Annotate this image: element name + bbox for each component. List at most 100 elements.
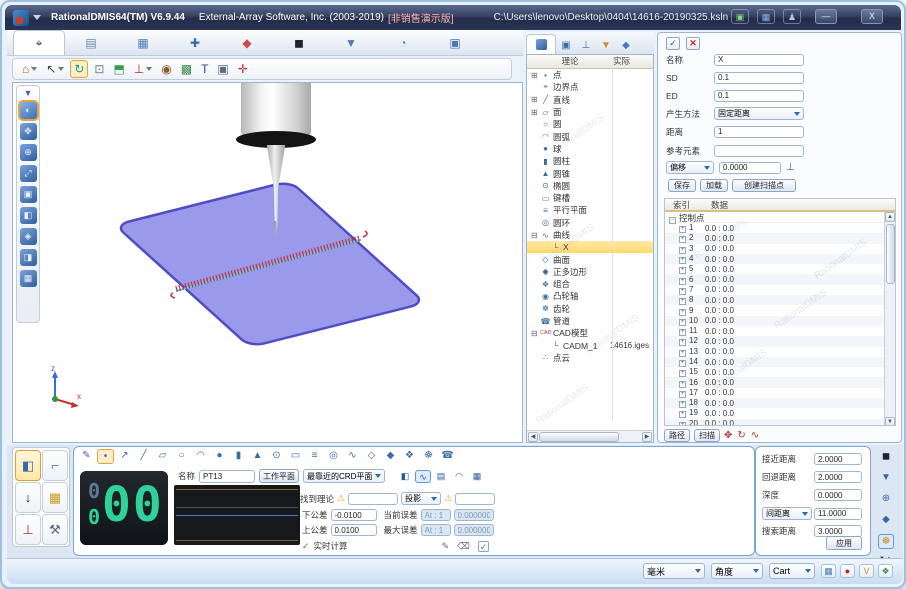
- tree-item-齿轮[interactable]: ☸齿轮: [527, 303, 653, 315]
- projection-select[interactable]: 投影: [401, 492, 441, 505]
- view-mode-pan-button[interactable]: ✥: [20, 123, 37, 140]
- tree-item-平行平面[interactable]: ≡平行平面: [527, 204, 653, 216]
- gear-settings-icon[interactable]: ☸: [878, 534, 894, 549]
- reference-input[interactable]: [714, 145, 804, 157]
- torus-icon[interactable]: ◎: [325, 449, 342, 464]
- tools-mode-button[interactable]: ⚒: [42, 514, 68, 545]
- cylinder-icon[interactable]: ▮: [230, 449, 247, 464]
- expand-icon[interactable]: +: [679, 288, 686, 295]
- app-menu-caret-icon[interactable]: [33, 15, 41, 20]
- table-row[interactable]: +190.0 : 0.0: [665, 408, 895, 418]
- expand-icon[interactable]: +: [679, 267, 686, 274]
- pipe-icon[interactable]: ☎: [439, 449, 456, 464]
- tree-expand-toggle[interactable]: ⊞: [531, 71, 540, 80]
- offset-value-input[interactable]: [719, 162, 781, 174]
- viewport-3d[interactable]: z x ▼ ◐✥⊕⤢▣◧◈◨▦: [12, 82, 523, 443]
- tree-item-凸轮轴[interactable]: ◉凸轮轴: [527, 290, 653, 302]
- app-icon[interactable]: [13, 10, 29, 26]
- window-grid-icon[interactable]: ▦: [757, 9, 775, 24]
- tab-report-table[interactable]: ▦: [117, 30, 169, 55]
- prop-input-ED[interactable]: [714, 90, 804, 102]
- expand-icon[interactable]: +: [679, 298, 686, 305]
- controller-icon[interactable]: ❖: [878, 564, 893, 578]
- tree-item-圆[interactable]: ○圆: [527, 118, 653, 130]
- control-points-group-row[interactable]: −控制点: [665, 212, 895, 223]
- zoom-window-button[interactable]: ⊡: [91, 60, 107, 78]
- save-button[interactable]: 保存: [668, 179, 696, 192]
- tab-cad[interactable]: ◆: [221, 30, 273, 55]
- param-input-间距离[interactable]: [814, 508, 862, 520]
- view-mode-rotate-button[interactable]: ◐: [20, 102, 37, 119]
- tree-item-椭圆[interactable]: ⊙椭圆: [527, 180, 653, 192]
- capture-icon[interactable]: ▣: [731, 9, 749, 24]
- close-button[interactable]: X: [861, 9, 883, 24]
- tab-small-mask[interactable]: ▼: [596, 40, 616, 54]
- realtime-check-icon[interactable]: ✓: [302, 541, 310, 552]
- label-text-button[interactable]: T: [198, 60, 211, 78]
- spacing-select[interactable]: 间距离: [762, 507, 812, 520]
- prop-input-SD[interactable]: [714, 72, 804, 84]
- cancel-x-button[interactable]: ✕: [686, 37, 700, 50]
- datum-axes-button-caret[interactable]: [146, 67, 152, 71]
- table-row[interactable]: +40.0 : 0.0: [665, 254, 895, 264]
- scroll-up-arrow[interactable]: ▲: [885, 212, 895, 222]
- scroll-right-arrow[interactable]: ▶: [642, 432, 652, 442]
- offset-select[interactable]: 偏移: [666, 161, 714, 174]
- scan-button[interactable]: 扫描: [694, 429, 720, 442]
- table-row[interactable]: +80.0 : 0.0: [665, 295, 895, 305]
- tab-small-probe[interactable]: ⊥: [576, 40, 596, 54]
- tree-item-圆柱[interactable]: ▮圆柱: [527, 155, 653, 167]
- arc-icon[interactable]: ◠: [192, 449, 209, 464]
- expand-icon[interactable]: +: [679, 350, 686, 357]
- vector-point-icon[interactable]: ↗: [116, 449, 133, 464]
- tree-expand-toggle[interactable]: ⊞: [531, 95, 540, 104]
- param-input-接近距离[interactable]: [814, 453, 862, 465]
- expand-icon[interactable]: +: [679, 360, 686, 367]
- view-back-button[interactable]: ▦: [20, 270, 37, 287]
- axes-mode-button[interactable]: ⊥: [15, 514, 41, 545]
- table-row[interactable]: +140.0 : 0.0: [665, 357, 895, 367]
- expand-icon[interactable]: +: [679, 370, 686, 377]
- tree-item-正多边形[interactable]: ◆正多边形: [527, 266, 653, 278]
- table-row[interactable]: +160.0 : 0.0: [665, 377, 895, 387]
- emergency-stop-icon[interactable]: ●: [840, 564, 855, 578]
- scroll-thumb[interactable]: [539, 432, 619, 442]
- tree-item-点云[interactable]: ∴点云: [527, 352, 653, 364]
- table-row[interactable]: +150.0 : 0.0: [665, 367, 895, 377]
- tab-clock[interactable]: ◔: [377, 30, 429, 55]
- tree-item-曲线[interactable]: ⊟∿曲线: [527, 229, 653, 241]
- table-row[interactable]: +100.0 : 0.0: [665, 316, 895, 326]
- tree-expand-toggle[interactable]: ⊞: [531, 108, 540, 117]
- probe-tool-icon[interactable]: ◆: [878, 513, 894, 527]
- minimize-button[interactable]: —: [815, 9, 837, 24]
- report-view-icon[interactable]: ◧: [397, 470, 413, 483]
- parallel-planes-icon[interactable]: ≡: [306, 449, 323, 464]
- polygon-icon[interactable]: ◆: [382, 449, 399, 464]
- rotate-points-icon[interactable]: ↻: [737, 430, 745, 441]
- table-row[interactable]: +180.0 : 0.0: [665, 398, 895, 408]
- select-cursor-button-caret[interactable]: [58, 67, 64, 71]
- arc-view-icon[interactable]: ◠: [451, 470, 467, 483]
- view-front-button[interactable]: ▣: [20, 186, 37, 203]
- joystick-v-icon[interactable]: V: [859, 564, 874, 578]
- surface-icon[interactable]: ◇: [363, 449, 380, 464]
- tree-item-直线[interactable]: ⊞╱直线: [527, 94, 653, 106]
- create-scan-points-button[interactable]: 创建扫描点: [732, 179, 796, 192]
- probe-position-button[interactable]: ✛: [235, 60, 251, 78]
- expand-icon[interactable]: +: [679, 226, 686, 233]
- edit-icon[interactable]: ✎: [442, 541, 450, 552]
- expand-icon[interactable]: +: [679, 339, 686, 346]
- workplane-button[interactable]: 工作平面: [259, 469, 299, 483]
- select-cursor-button[interactable]: ↖: [43, 60, 67, 78]
- table-row[interactable]: +20.0 : 0.0: [665, 233, 895, 243]
- view-left-button[interactable]: ◨: [20, 249, 37, 266]
- shield-tool-icon[interactable]: ▼: [878, 471, 894, 485]
- expand-icon[interactable]: +: [679, 257, 686, 264]
- tree-item-圆环[interactable]: ◎圆环: [527, 217, 653, 229]
- param-input-深度[interactable]: [814, 489, 862, 501]
- expand-icon[interactable]: +: [679, 319, 686, 326]
- tab-features[interactable]: [526, 34, 556, 54]
- book-view-icon[interactable]: ▦: [469, 470, 485, 483]
- table-row[interactable]: +60.0 : 0.0: [665, 274, 895, 284]
- table-row[interactable]: +130.0 : 0.0: [665, 347, 895, 357]
